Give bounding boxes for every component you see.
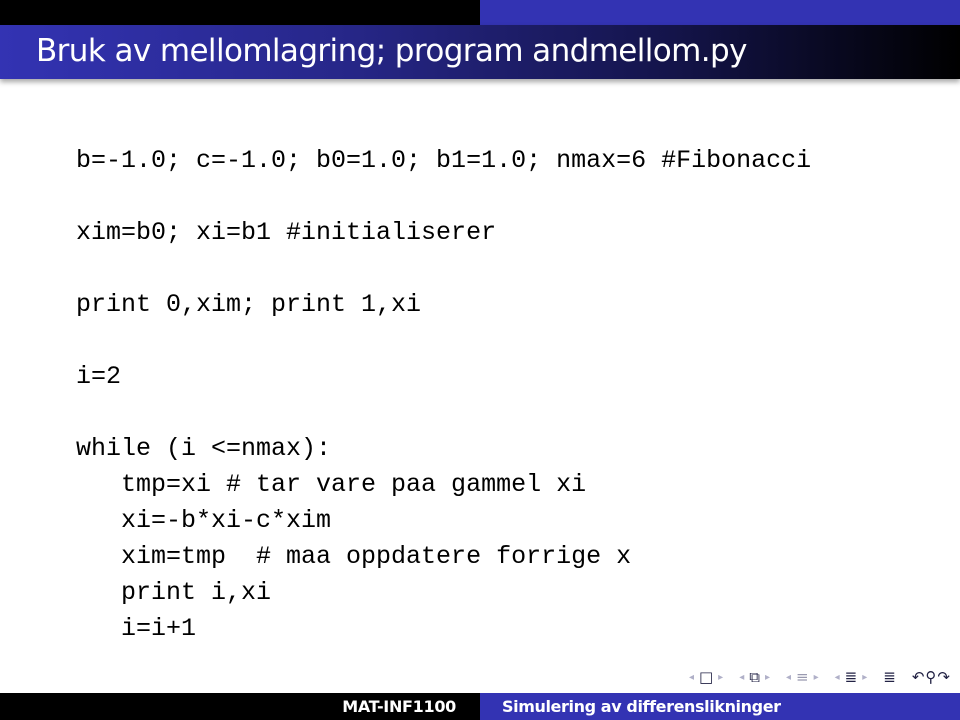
section-nav[interactable]: ◂ ≣ ▸ xyxy=(835,668,868,686)
forward-icon[interactable]: ↷ xyxy=(937,668,950,686)
top-bar-right xyxy=(480,0,960,25)
code-line: while (i <=nmax): xyxy=(76,434,332,463)
subsection-nav-icon[interactable]: ≡ xyxy=(796,668,809,686)
nav-right-arrow-icon[interactable]: ▸ xyxy=(765,672,770,683)
nav-right-arrow-icon[interactable]: ▸ xyxy=(718,672,723,683)
subsection-nav[interactable]: ◂ ≡ ▸ xyxy=(786,668,819,686)
nav-left-arrow-icon[interactable]: ◂ xyxy=(786,672,791,683)
outline-nav[interactable]: ≣ xyxy=(883,668,896,686)
code-line: xi=-b*xi-c*xim xyxy=(76,506,332,535)
top-bar xyxy=(0,0,960,25)
slide-title: Bruk av mellomlagring; program andmellom… xyxy=(36,33,747,69)
top-bar-left xyxy=(0,0,480,25)
code-line: print i,xi xyxy=(76,578,272,607)
beamer-navigation-bar: ◂ □ ▸ ◂ ⧉ ▸ ◂ ≡ ▸ ◂ ≣ ▸ ≣ ↶ ⚲ ↷ xyxy=(675,668,950,686)
nav-left-arrow-icon[interactable]: ◂ xyxy=(689,672,694,683)
footer-topic: Simulering av differenslikninger xyxy=(480,693,960,720)
nav-left-arrow-icon[interactable]: ◂ xyxy=(835,672,840,683)
history-search-nav[interactable]: ↶ ⚲ ↷ xyxy=(912,668,950,686)
slide-nav[interactable]: ◂ □ ▸ xyxy=(689,668,723,686)
slide-nav-icon[interactable]: □ xyxy=(699,668,713,686)
search-icon[interactable]: ⚲ xyxy=(925,668,936,686)
section-nav-icon[interactable]: ≣ xyxy=(845,668,858,686)
code-line: i=2 xyxy=(76,362,122,391)
nav-right-arrow-icon[interactable]: ▸ xyxy=(862,672,867,683)
frame-nav-icon[interactable]: ⧉ xyxy=(749,668,760,686)
code-line: xim=tmp # maa oppdatere forrige x xyxy=(76,542,632,571)
code-line: xim=b0; xi=b1 #initialiserer xyxy=(76,218,497,247)
footer-bar: MAT-INF1100 Simulering av differenslikni… xyxy=(0,693,960,720)
frame-title-bar: Bruk av mellomlagring; program andmellom… xyxy=(0,25,960,79)
code-line: print 0,xim; print 1,xi xyxy=(76,290,422,319)
document-outline-icon[interactable]: ≣ xyxy=(883,668,896,686)
footer-course: MAT-INF1100 xyxy=(0,693,480,720)
code-line: i=i+1 xyxy=(76,614,197,643)
code-line: b=-1.0; c=-1.0; b0=1.0; b1=1.0; nmax=6 #… xyxy=(76,146,812,175)
frame-nav[interactable]: ◂ ⧉ ▸ xyxy=(739,668,770,686)
back-icon[interactable]: ↶ xyxy=(912,668,925,686)
code-line: tmp=xi # tar vare paa gammel xi xyxy=(76,470,587,499)
nav-left-arrow-icon[interactable]: ◂ xyxy=(739,672,744,683)
nav-right-arrow-icon[interactable]: ▸ xyxy=(814,672,819,683)
